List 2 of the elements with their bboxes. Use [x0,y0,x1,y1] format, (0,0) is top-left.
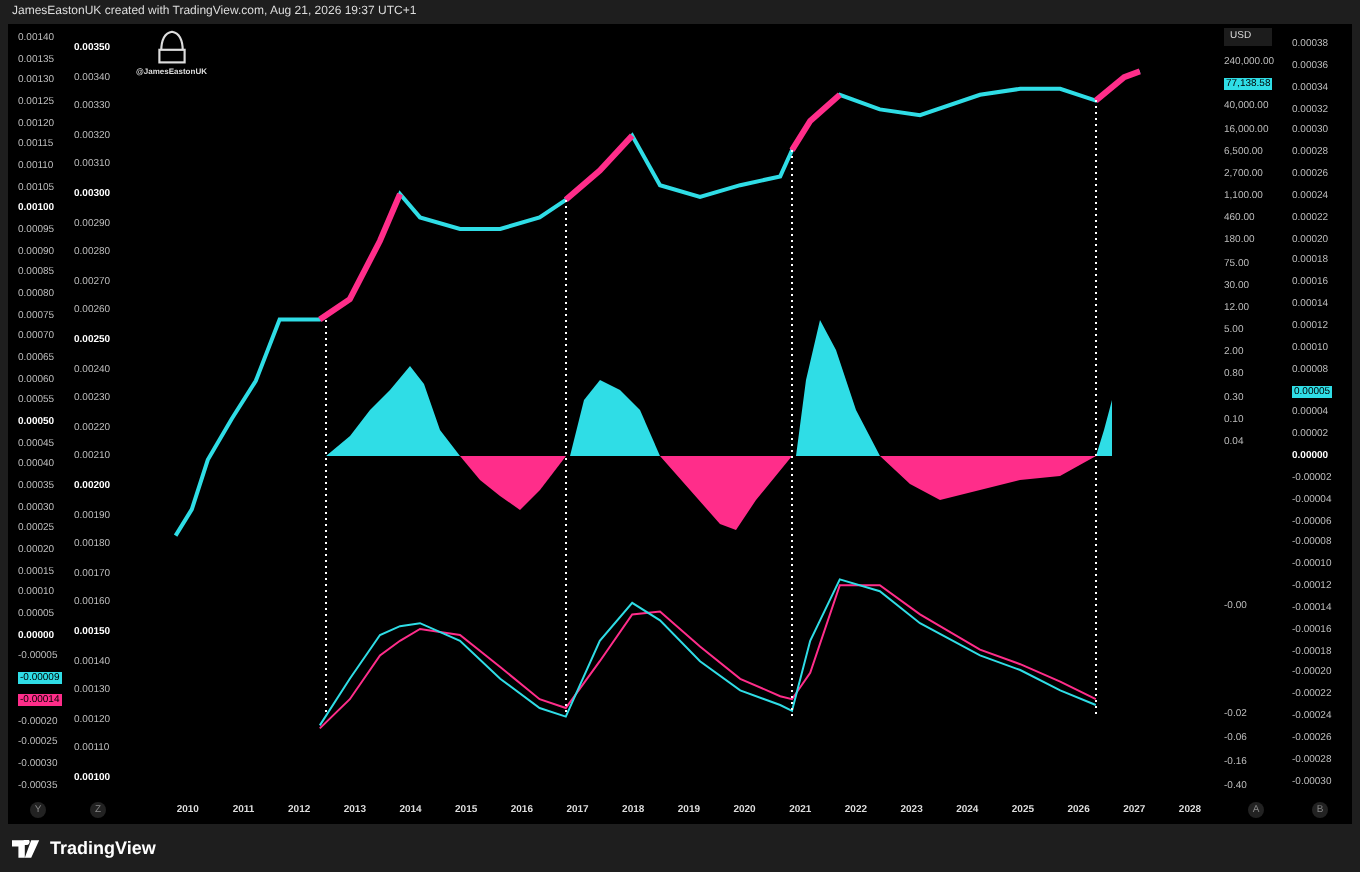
logo-icon [12,839,44,857]
brand-name: TradingView [50,838,156,858]
